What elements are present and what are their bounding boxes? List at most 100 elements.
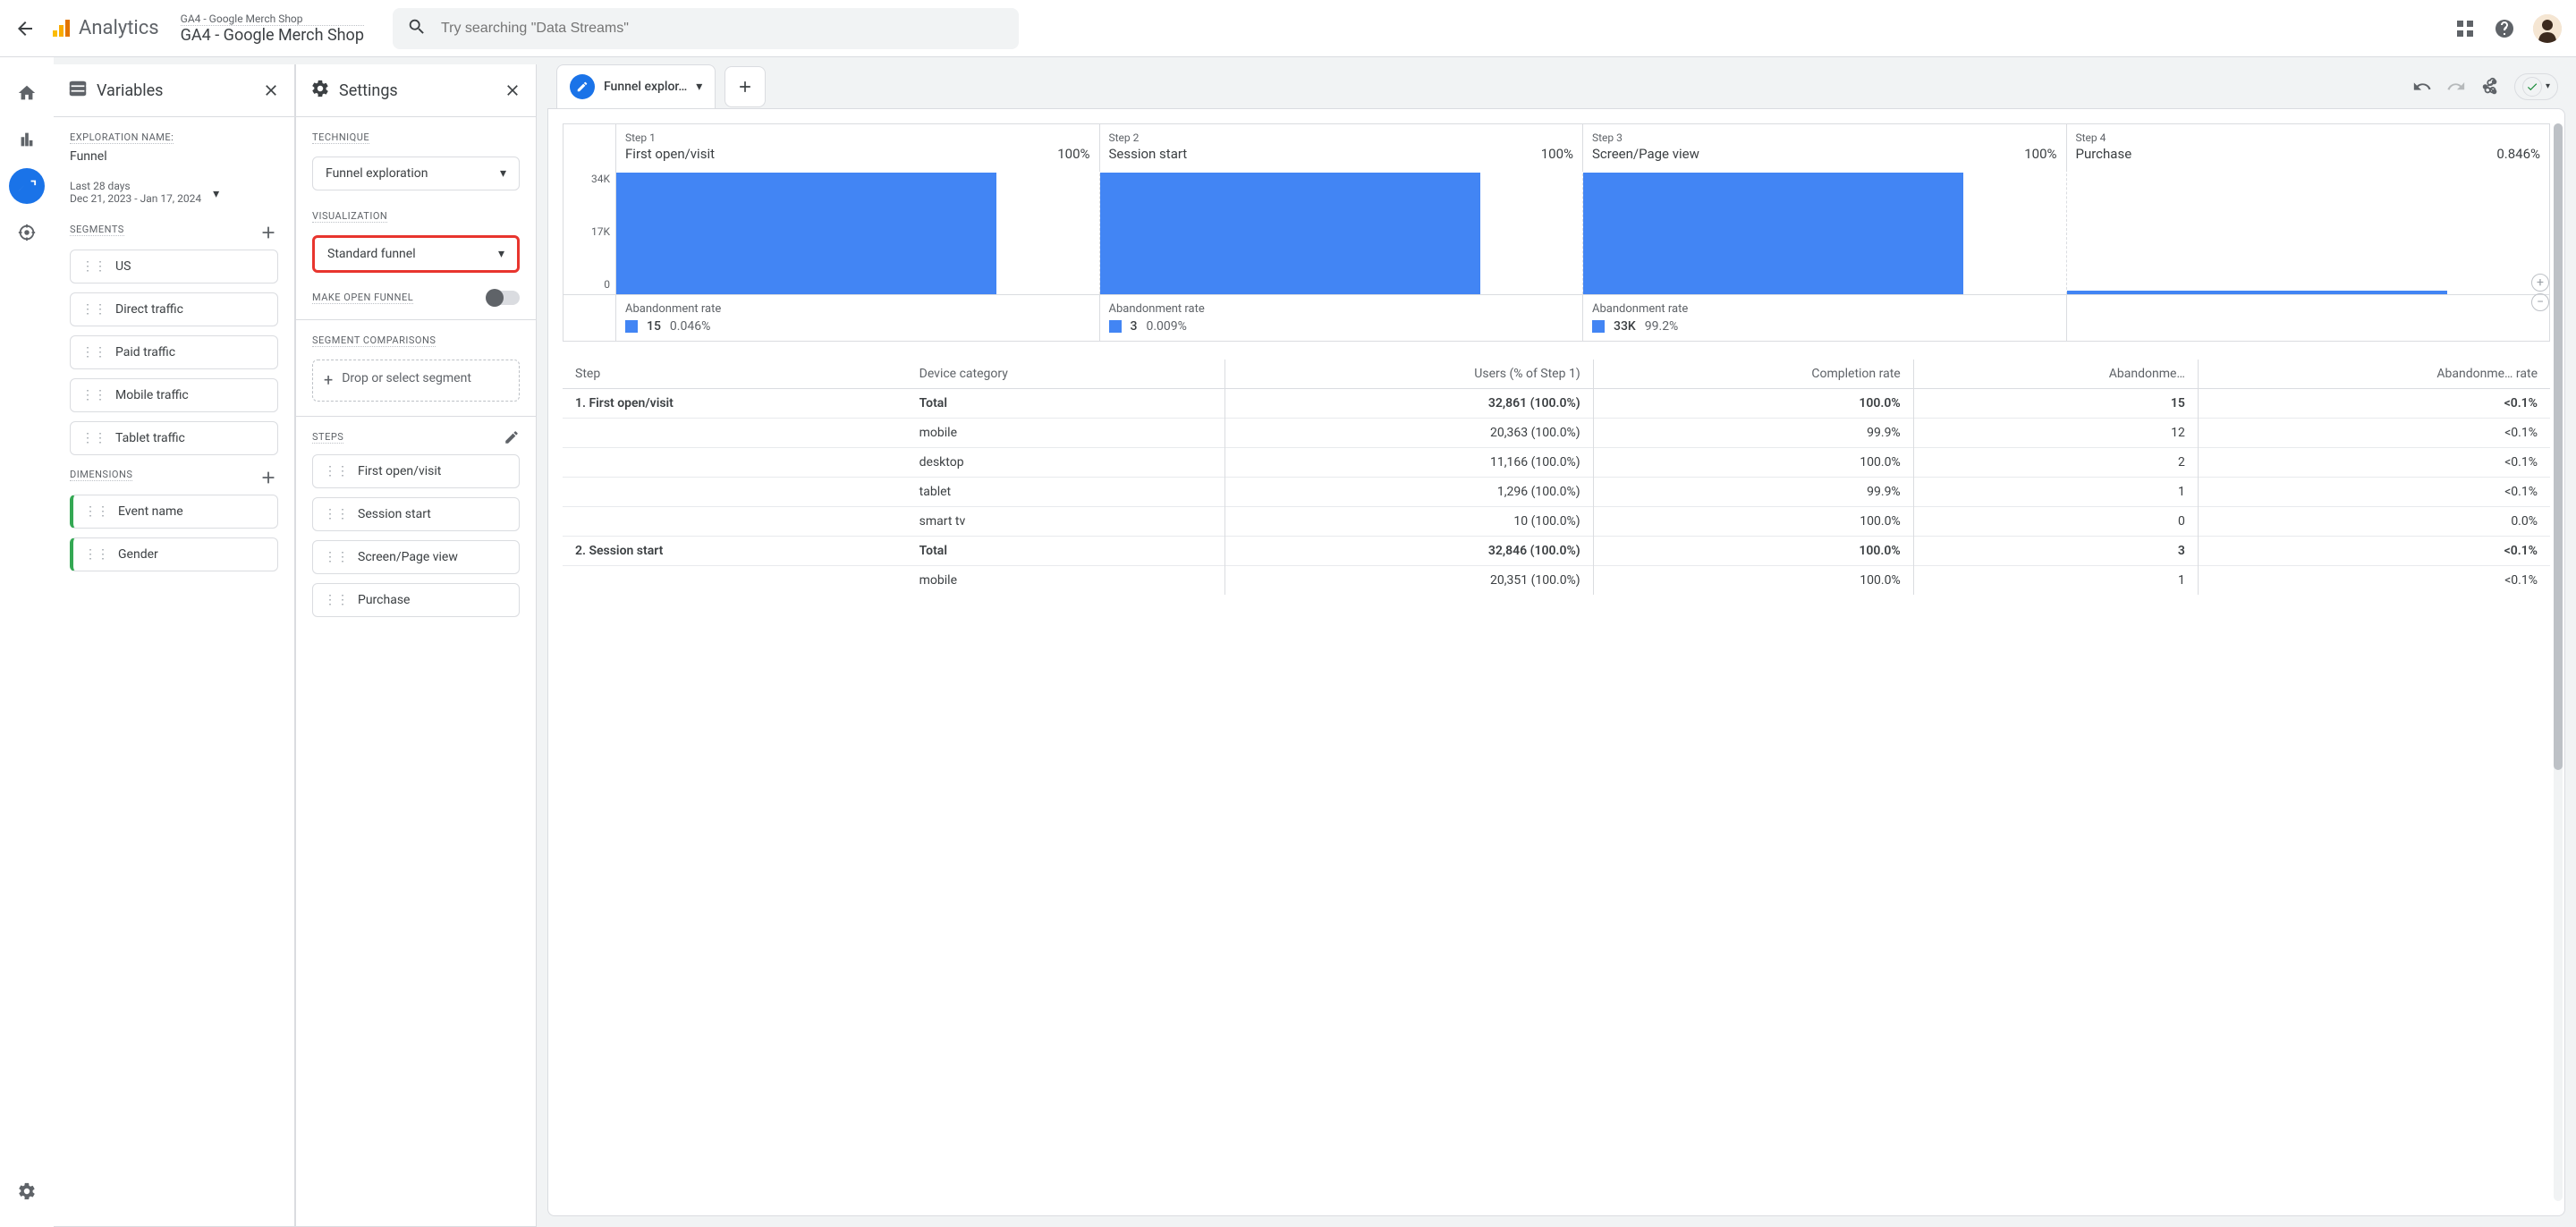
table-row[interactable]: desktop11,166 (100.0%)100.0%2<0.1% xyxy=(563,448,2550,478)
cell-abandonments: 15 xyxy=(1913,389,2198,419)
segment-drop-zone[interactable]: + Drop or select segment xyxy=(312,360,520,402)
back-arrow[interactable] xyxy=(14,18,36,39)
abandon-count: 3 xyxy=(1131,319,1138,334)
close-variables-icon[interactable] xyxy=(262,81,280,99)
nav-explore-icon[interactable] xyxy=(9,168,45,204)
share-icon[interactable] xyxy=(2480,77,2500,97)
th-abandon-rate[interactable]: Abandonme… rate xyxy=(2198,360,2550,389)
caret-down-icon: ▾ xyxy=(498,247,504,261)
drop-zone-text: Drop or select segment xyxy=(342,371,471,385)
segment-chip[interactable]: ⋮⋮US xyxy=(70,250,278,283)
add-dimension-icon[interactable] xyxy=(258,468,278,487)
zoom-in-button[interactable]: + xyxy=(2531,274,2549,292)
technique-dropdown[interactable]: Funnel exploration ▾ xyxy=(312,157,520,190)
abandon-label: Abandonment rate xyxy=(1592,302,2057,316)
cell-completion: 100.0% xyxy=(1593,448,1913,478)
technique-label: TECHNIQUE xyxy=(312,131,369,144)
redo-icon[interactable] xyxy=(2446,77,2466,97)
cell-abandon-rate: 0.0% xyxy=(2198,507,2550,537)
apps-grid-icon[interactable] xyxy=(2454,18,2476,39)
legend-color-icon xyxy=(625,320,638,333)
table-row[interactable]: 1. First open/visitTotal32,861 (100.0%)1… xyxy=(563,389,2550,419)
dimension-chip[interactable]: ⋮⋮Gender xyxy=(70,537,278,571)
step-chip[interactable]: ⋮⋮Screen/Page view xyxy=(312,540,520,574)
close-settings-icon[interactable] xyxy=(504,81,521,99)
y-tick: 34K xyxy=(569,173,610,185)
drag-handle-icon: ⋮⋮ xyxy=(81,259,106,274)
th-completion[interactable]: Completion rate xyxy=(1593,360,1913,389)
table-row[interactable]: mobile20,363 (100.0%)99.9%12<0.1% xyxy=(563,419,2550,448)
cell-step xyxy=(563,507,907,537)
visualization-dropdown[interactable]: Standard funnel ▾ xyxy=(312,235,520,273)
zoom-out-button[interactable]: − xyxy=(2531,293,2549,311)
nav-admin-icon[interactable] xyxy=(9,1173,45,1209)
scrollbar-thumb[interactable] xyxy=(2554,123,2563,770)
segment-chip[interactable]: ⋮⋮Mobile traffic xyxy=(70,378,278,412)
th-users[interactable]: Users (% of Step 1) xyxy=(1225,360,1593,389)
add-segment-icon[interactable] xyxy=(258,223,278,242)
cell-abandon-rate: <0.1% xyxy=(2198,478,2550,507)
step-chip[interactable]: ⋮⋮First open/visit xyxy=(312,454,520,488)
exploration-name-input[interactable]: Funnel xyxy=(70,149,278,164)
settings-title: Settings xyxy=(339,81,495,100)
undo-icon[interactable] xyxy=(2412,77,2432,97)
date-range-primary: Last 28 days xyxy=(70,180,201,192)
open-funnel-toggle[interactable] xyxy=(487,291,520,305)
date-range-picker[interactable]: Last 28 days Dec 21, 2023 - Jan 17, 2024… xyxy=(70,180,201,205)
variables-panel: Variables EXPLORATION NAME: Funnel Last … xyxy=(54,64,295,1227)
legend-color-icon xyxy=(1109,320,1122,333)
th-step[interactable]: Step xyxy=(563,360,907,389)
date-range-secondary: Dec 21, 2023 - Jan 17, 2024 xyxy=(70,192,201,205)
abandon-label: Abandonment rate xyxy=(1109,302,1574,316)
dimensions-label: DIMENSIONS xyxy=(70,469,132,481)
add-tab-button[interactable] xyxy=(724,66,766,107)
technique-value: Funnel exploration xyxy=(326,166,428,181)
cell-users: 20,351 (100.0%) xyxy=(1225,566,1593,596)
cell-completion: 100.0% xyxy=(1593,566,1913,596)
help-icon[interactable] xyxy=(2494,18,2515,39)
th-device[interactable]: Device category xyxy=(907,360,1225,389)
cell-completion: 99.9% xyxy=(1593,478,1913,507)
property-name: GA4 - Google Merch Shop xyxy=(181,26,364,45)
table-row[interactable]: tablet1,296 (100.0%)99.9%1<0.1% xyxy=(563,478,2550,507)
exploration-name-label: EXPLORATION NAME: xyxy=(70,131,174,144)
table-row[interactable]: mobile20,351 (100.0%)100.0%1<0.1% xyxy=(563,566,2550,596)
edit-steps-icon[interactable] xyxy=(504,429,520,445)
segment-chip[interactable]: ⋮⋮Direct traffic xyxy=(70,292,278,326)
segment-chip[interactable]: ⋮⋮Paid traffic xyxy=(70,335,278,369)
search-box[interactable] xyxy=(393,8,1019,49)
th-abandonments[interactable]: Abandonme… xyxy=(1913,360,2198,389)
cell-users: 32,846 (100.0%) xyxy=(1225,537,1593,566)
abandon-count: 33K xyxy=(1614,319,1636,334)
cell-step: 2. Session start xyxy=(563,537,907,566)
segment-comp-label: SEGMENT COMPARISONS xyxy=(312,334,436,347)
abandon-pct: 0.009% xyxy=(1146,319,1186,334)
y-tick: 17K xyxy=(569,225,610,238)
step-chip[interactable]: ⋮⋮Session start xyxy=(312,497,520,531)
sample-status[interactable]: ▾ xyxy=(2514,73,2558,100)
user-avatar[interactable] xyxy=(2533,14,2562,43)
caret-down-icon: ▾ xyxy=(213,187,219,201)
cell-abandonments: 2 xyxy=(1913,448,2198,478)
cell-step xyxy=(563,448,907,478)
scrollbar-track[interactable] xyxy=(2554,123,2563,1201)
table-row[interactable]: 2. Session startTotal32,846 (100.0%)100.… xyxy=(563,537,2550,566)
nav-advertising-icon[interactable] xyxy=(9,215,45,250)
exploration-tab[interactable]: Funnel explor… ▾ xyxy=(556,64,716,108)
step-chip[interactable]: ⋮⋮Purchase xyxy=(312,583,520,617)
search-input[interactable] xyxy=(441,21,1004,37)
cell-users: 11,166 (100.0%) xyxy=(1225,448,1593,478)
dimension-chip[interactable]: ⋮⋮Event name xyxy=(70,495,278,529)
drag-handle-icon: ⋮⋮ xyxy=(324,464,349,478)
tab-caret-icon[interactable]: ▾ xyxy=(696,80,702,94)
nav-reports-icon[interactable] xyxy=(9,122,45,157)
property-selector[interactable]: GA4 - Google Merch Shop GA4 - Google Mer… xyxy=(181,13,364,45)
drag-handle-icon: ⋮⋮ xyxy=(81,388,106,402)
edit-tab-icon[interactable] xyxy=(570,74,595,99)
nav-home-icon[interactable] xyxy=(9,75,45,111)
funnel-bar xyxy=(616,173,996,294)
drag-handle-icon: ⋮⋮ xyxy=(324,593,349,607)
table-row[interactable]: smart tv10 (100.0%)100.0%00.0% xyxy=(563,507,2550,537)
segment-chip[interactable]: ⋮⋮Tablet traffic xyxy=(70,421,278,455)
visualization-value: Standard funnel xyxy=(327,247,416,261)
